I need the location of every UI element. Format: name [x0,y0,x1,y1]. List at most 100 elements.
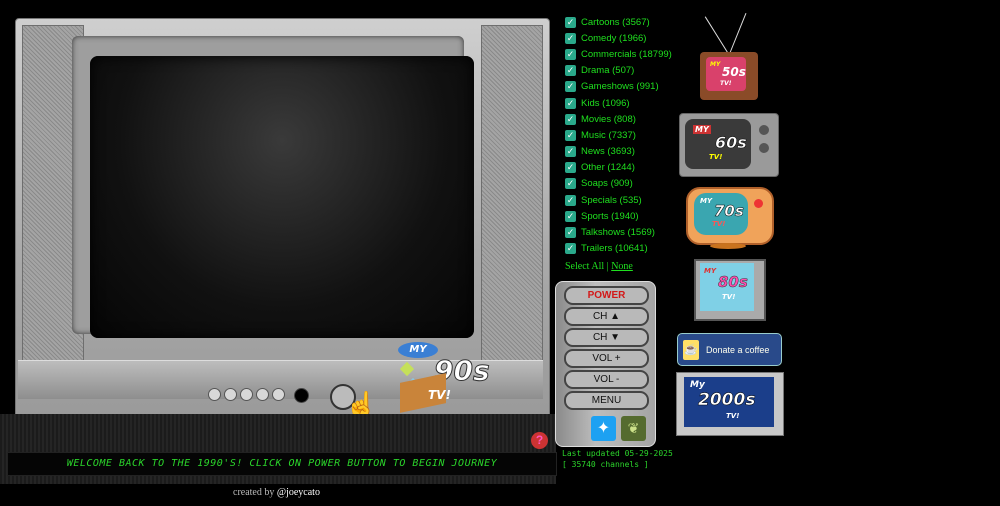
category-checkbox-row[interactable]: ✓ Drama (507) [565,63,672,79]
checkbox-check-icon[interactable]: ✓ [565,16,576,28]
decade-label: 70s [714,202,744,221]
decade-label: 2000s [698,390,756,411]
decade-tv: TV! [722,293,736,301]
checkbox-check-icon[interactable]: ✓ [565,129,576,141]
category-label: Cartoons (3567) [581,16,650,28]
decade-70s-tv-button[interactable]: MY 70s TV! [686,187,774,251]
decade-my: MY [704,267,717,275]
checkbox-check-icon[interactable]: ✓ [565,162,576,174]
checkbox-check-icon[interactable]: ✓ [565,178,576,190]
volume-down-button[interactable]: VOL - [564,370,649,389]
decade-2000s-tv-button[interactable]: My 2000s TV! [676,372,784,438]
category-checkbox-row[interactable]: ✓ Comedy (1966) [565,30,672,46]
checkbox-check-icon[interactable]: ✓ [565,48,576,60]
marquee-ticker: WELCOME BACK TO THE 1990'S! CLICK ON POW… [7,452,557,476]
select-none-link[interactable]: None [611,261,633,272]
category-label: Specials (535) [581,194,642,206]
help-icon[interactable]: ? [531,432,548,449]
menu-button[interactable]: MENU [564,391,649,410]
tv-dial [754,199,763,208]
tv-base [710,243,746,249]
select-all-none: Select All | None [565,261,633,272]
tv-knob[interactable] [208,388,221,401]
category-label: Gameshows (991) [581,81,659,93]
decade-my: MY [710,61,721,68]
remote-control: POWER CH ▲ CH ▼ VOL + VOL - MENU ✦ ❦ [555,281,656,447]
checkbox-check-icon[interactable]: ✓ [565,243,576,255]
category-checkbox-row[interactable]: ✓ Kids (1096) [565,95,672,111]
select-separator: | [606,261,609,272]
decade-my: MY [693,125,711,134]
category-label: Soaps (909) [581,178,633,190]
credit-handle-link[interactable]: @joeycato [277,487,320,498]
category-label: Talkshows (1569) [581,227,655,239]
decade-tv: TV! [712,220,726,228]
decade-label: 50s [722,65,746,79]
category-label: Comedy (1966) [581,32,647,44]
volume-up-button[interactable]: VOL + [564,349,649,368]
checkbox-check-icon[interactable]: ✓ [565,32,576,44]
decade-tv: TV! [726,412,740,420]
category-checkbox-row[interactable]: ✓ News (3693) [565,144,672,160]
checkbox-check-icon[interactable]: ✓ [565,113,576,125]
diamond-icon [399,361,415,377]
category-checkbox-row[interactable]: ✓ Cartoons (3567) [565,14,672,30]
tv-dial [759,143,769,153]
category-label: Drama (507) [581,65,635,77]
tv-dial [759,125,769,135]
credit-prefix: created by [233,487,277,498]
checkbox-check-icon[interactable]: ✓ [565,146,576,158]
category-checkbox-row[interactable]: ✓ Soaps (909) [565,176,672,192]
checkbox-check-icon[interactable]: ✓ [565,81,576,93]
category-label: Music (7337) [581,129,636,141]
category-label: Kids (1096) [581,97,630,109]
decade-my: MY [700,197,713,205]
category-checkbox-row[interactable]: ✓ Music (7337) [565,127,672,143]
donate-coffee-button[interactable]: ☕ Donate a coffee [677,333,782,366]
tv-knob[interactable] [240,388,253,401]
right-speaker-grille [481,25,543,383]
checkbox-check-icon[interactable]: ✓ [565,227,576,239]
decade-tv: TV! [720,80,732,87]
category-label: Sports (1940) [581,210,639,222]
logo-tv: TV! [428,388,451,402]
coffee-cup-icon: ☕ [683,339,699,360]
decade-50s-tv-button[interactable]: 50s MY TV! [698,10,760,105]
channel-up-button[interactable]: CH ▲ [564,307,649,326]
credit-line: created by @joeycato [233,487,320,498]
category-checkbox-row[interactable]: ✓ Gameshows (991) [565,79,672,95]
select-all-link[interactable]: Select All [565,261,604,272]
category-label: Commercials (18799) [581,48,672,60]
category-checkbox-row[interactable]: ✓ Commercials (18799) [565,46,672,62]
category-label: News (3693) [581,146,635,158]
decade-tv: TV! [709,153,723,161]
tv-knob[interactable] [224,388,237,401]
donate-label: Donate a coffee [706,344,770,355]
category-checkbox-row[interactable]: ✓ Talkshows (1569) [565,224,672,240]
category-checkbox-row[interactable]: ✓ Movies (808) [565,111,672,127]
checkbox-check-icon[interactable]: ✓ [565,194,576,206]
decade-label: 80s [718,273,748,292]
tv-screen[interactable] [90,56,474,338]
category-checkbox-row[interactable]: ✓ Sports (1940) [565,208,672,224]
channel-count: [ 35740 channels ] [562,460,649,469]
last-updated-status: Last updated 05-29-2025 [ 35740 channels… [562,448,673,470]
checkbox-check-icon[interactable]: ✓ [565,97,576,109]
guide-leaf-icon[interactable]: ❦ [621,416,646,441]
category-checkbox-row[interactable]: ✓ Other (1244) [565,160,672,176]
twitter-bird-icon[interactable]: ✦ [591,416,616,441]
category-label: Other (1244) [581,162,635,174]
checkbox-check-icon[interactable]: ✓ [565,65,576,77]
category-checkbox-row[interactable]: ✓ Specials (535) [565,192,672,208]
category-checkbox-row[interactable]: ✓ Trailers (10641) [565,241,672,257]
channel-down-button[interactable]: CH ▼ [564,328,649,347]
tv-knob[interactable] [272,388,285,401]
decade-80s-tv-button[interactable]: MY 80s TV! [694,259,766,323]
tv-knob[interactable] [256,388,269,401]
power-button[interactable]: POWER [564,286,649,305]
category-label: Trailers (10641) [581,243,648,255]
logo-my: MY [398,342,438,358]
decade-60s-tv-button[interactable]: MY 60s TV! [679,113,779,179]
checkbox-check-icon[interactable]: ✓ [565,210,576,222]
decade-my: My [690,380,705,390]
